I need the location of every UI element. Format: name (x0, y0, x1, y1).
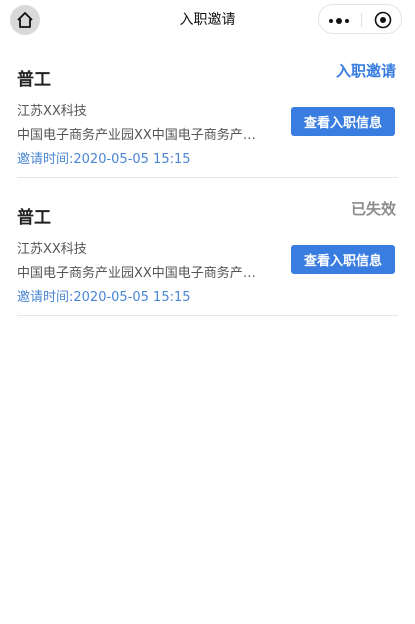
more-dots-icon[interactable] (329, 18, 352, 24)
capsule-menu (318, 4, 402, 34)
view-onboarding-info-button[interactable]: 查看入职信息 (291, 107, 395, 136)
invite-time: 邀请时间:2020-05-05 15:15 (17, 290, 191, 305)
view-onboarding-info-button[interactable]: 查看入职信息 (291, 245, 395, 274)
work-address: 中国电子商务产业园XX中国电子商务产业园XX中国电子商务产业园 (17, 266, 262, 281)
status-badge: 入职邀请 (335, 62, 396, 80)
job-title: 普工 (17, 70, 51, 90)
job-title: 普工 (17, 208, 51, 228)
invite-time: 邀请时间:2020-05-05 15:15 (17, 152, 191, 167)
capsule-divider (361, 13, 362, 27)
company-name: 江苏XX科技 (17, 104, 87, 119)
target-close-icon[interactable] (374, 11, 392, 29)
company-name: 江苏XX科技 (17, 242, 87, 257)
invitation-card: 普工 入职邀请 江苏XX科技 中国电子商务产业园XX中国电子商务产业园XX中国电… (17, 40, 398, 178)
invitation-card: 普工 已失效 江苏XX科技 中国电子商务产业园XX中国电子商务产业园XX中国电子… (17, 178, 398, 316)
work-address: 中国电子商务产业园XX中国电子商务产业园XX中国电子商务产业园 (17, 128, 262, 143)
status-badge: 已失效 (350, 200, 396, 218)
navigation-bar: 入职邀请 (0, 0, 415, 40)
